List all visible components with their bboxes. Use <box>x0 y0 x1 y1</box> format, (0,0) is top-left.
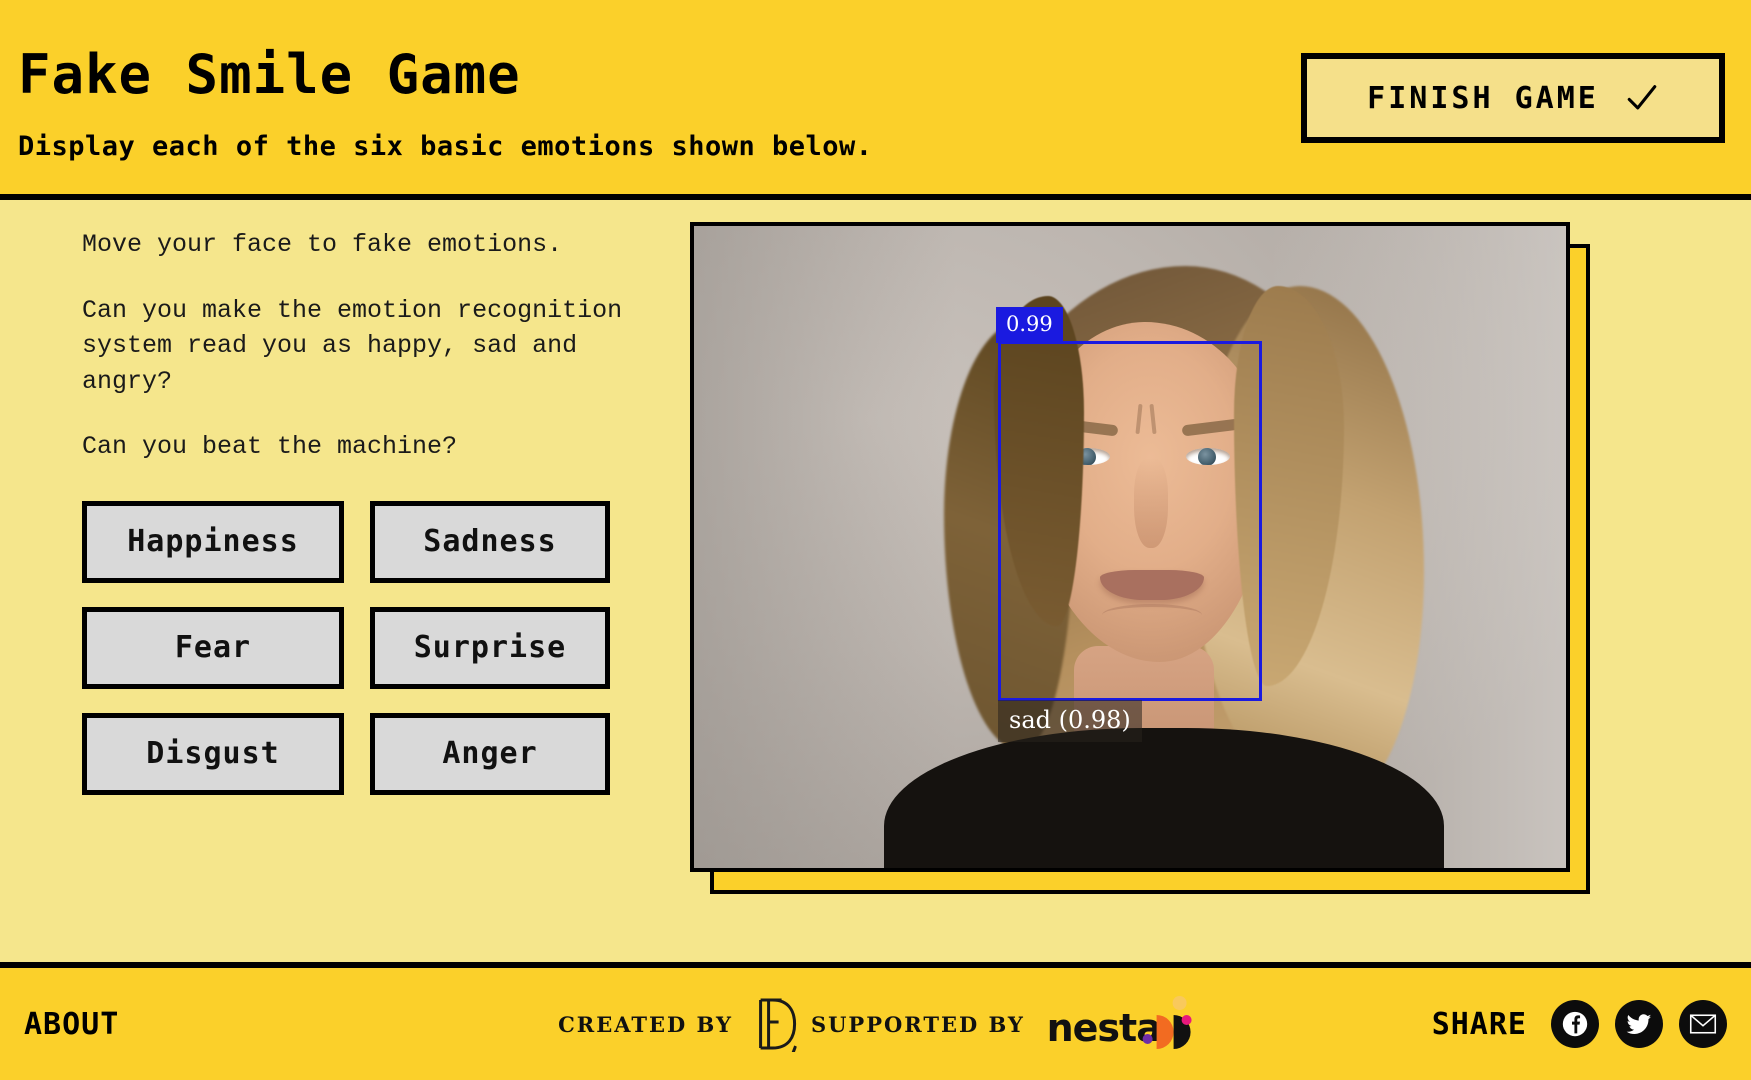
emotion-button-surprise[interactable]: Surprise <box>370 606 610 689</box>
created-by-label: CREATED BY <box>558 1011 733 1037</box>
detection-score-badge: 0.99 <box>996 307 1063 343</box>
about-link[interactable]: ABOUT <box>24 1007 119 1042</box>
facebook-glyph <box>1562 1011 1588 1037</box>
d-monogram-logo[interactable] <box>755 996 797 1052</box>
intro-paragraph-3: Can you beat the machine? <box>82 432 458 461</box>
twitter-icon[interactable] <box>1615 1000 1663 1048</box>
wall-shadow <box>694 226 956 868</box>
finish-game-button[interactable]: FINISH GAME <box>1301 53 1725 143</box>
emotion-button-grid: Happiness Sadness Fear Surprise Disgust … <box>82 500 666 795</box>
page-footer: ABOUT CREATED BY SUPPORTED BY nesta SHAR… <box>0 962 1751 1080</box>
emotion-button-disgust[interactable]: Disgust <box>82 712 344 795</box>
face-bounding-box <box>998 341 1262 701</box>
twitter-glyph <box>1626 1014 1652 1034</box>
share-label: SHARE <box>1431 1006 1527 1042</box>
video-panel: 0.99 sad (0.98) <box>666 222 1725 962</box>
webcam-feed[interactable]: 0.99 sad (0.98) <box>690 222 1570 872</box>
main-content: Move your face to fake emotions. Can you… <box>0 200 1751 962</box>
footer-credits: CREATED BY SUPPORTED BY nesta <box>558 993 1193 1055</box>
instructions-panel: Move your face to fake emotions. Can you… <box>26 222 666 962</box>
intro-text-block: Move your face to fake emotions. Can you… <box>82 227 666 465</box>
facebook-icon[interactable] <box>1551 1000 1599 1048</box>
fake-smile-game-app: Fake Smile Game Display each of the six … <box>0 0 1751 1080</box>
check-icon <box>1627 85 1657 110</box>
emotion-button-happiness[interactable]: Happiness <box>82 500 344 583</box>
finish-game-label: FINISH GAME <box>1367 80 1599 116</box>
emotion-button-anger[interactable]: Anger <box>370 712 610 795</box>
nesta-logo[interactable]: nesta <box>1047 993 1193 1055</box>
intro-paragraph-1: Move your face to fake emotions. <box>82 230 563 259</box>
email-glyph <box>1689 1014 1717 1034</box>
emotion-prediction-label: sad (0.98) <box>998 700 1142 742</box>
supported-by-label: SUPPORTED BY <box>810 1011 1025 1037</box>
video-wrapper: 0.99 sad (0.98) <box>690 222 1590 894</box>
page-subtitle: Display each of the six basic emotions s… <box>18 131 873 162</box>
intro-paragraph-2: Can you make the emotion recognition sys… <box>82 295 623 396</box>
emotion-button-fear[interactable]: Fear <box>82 606 344 689</box>
svg-text:nesta: nesta <box>1047 1006 1161 1050</box>
share-group: SHARE <box>1432 1000 1727 1048</box>
page-title: Fake Smile Game <box>18 43 521 106</box>
page-header: Fake Smile Game Display each of the six … <box>0 0 1751 200</box>
emotion-button-sadness[interactable]: Sadness <box>370 500 610 583</box>
email-icon[interactable] <box>1679 1000 1727 1048</box>
